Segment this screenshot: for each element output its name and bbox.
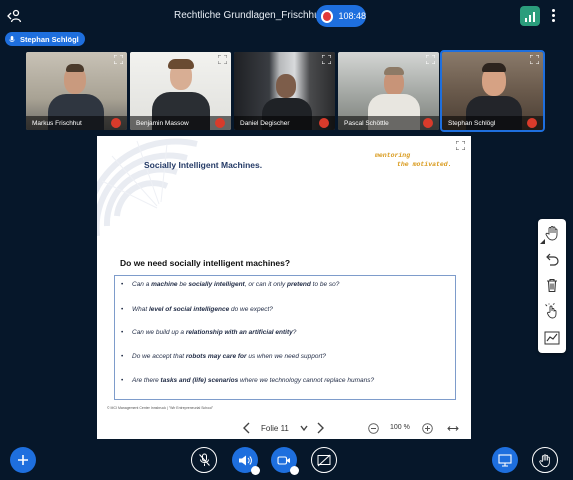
record-dot-icon <box>321 9 334 23</box>
expand-icon[interactable] <box>530 55 539 64</box>
mic-off-icon <box>198 453 210 466</box>
slide-background-logo <box>97 138 198 236</box>
audio-settings-caret-icon[interactable] <box>251 466 260 475</box>
expand-icon[interactable] <box>322 55 331 64</box>
fit-width-icon[interactable] <box>447 424 459 433</box>
participant-name: Pascal Schöttle <box>344 119 389 127</box>
expand-icon[interactable] <box>218 55 227 64</box>
mic-muted-icon <box>423 118 433 128</box>
trash-icon[interactable] <box>544 277 560 293</box>
mic-muted-icon <box>319 118 329 128</box>
audio-button[interactable] <box>232 447 260 475</box>
speaker-icon <box>239 455 252 465</box>
brand-line: the motivated. <box>397 161 452 168</box>
whiteboard-toolbar <box>538 219 566 353</box>
talker-name: Stephan Schlögl <box>20 34 79 44</box>
chevron-left-icon[interactable] <box>242 422 252 434</box>
participant-name: Benjamin Massow <box>136 119 189 127</box>
participant-name: Daniel Degischer <box>240 119 290 127</box>
bullet-item: Can a machine be socially intelligent, o… <box>121 281 339 288</box>
signal-bar-icon <box>525 18 527 22</box>
slide-question: Do we need socially intelligent machines… <box>120 258 291 268</box>
corner-indicator-icon <box>540 239 545 244</box>
camera-icon <box>277 455 290 465</box>
bullet-item: What level of social intelligence do we … <box>121 306 273 313</box>
bottom-bar <box>0 440 573 480</box>
slide-title: Socially Intelligent Machines. <box>144 160 263 170</box>
actions-button[interactable] <box>10 447 36 473</box>
bullet-item: Do we accept that robots may care for us… <box>121 353 326 360</box>
presentation-icon <box>498 453 512 467</box>
camera-button[interactable] <box>271 447 299 475</box>
multi-user-pointer-icon[interactable] <box>544 303 560 319</box>
leave-user-icon[interactable] <box>6 8 22 24</box>
video-tile[interactable]: Pascal Schöttle <box>338 52 439 130</box>
signal-bar-icon <box>533 12 535 22</box>
video-tile[interactable]: Benjamin Massow <box>130 52 231 130</box>
room-title: Rechtliche Grundlagen_Frischhut <box>174 10 323 21</box>
expand-icon[interactable] <box>114 55 123 64</box>
current-talker-badge: Stephan Schlögl <box>5 32 85 46</box>
undo-icon[interactable] <box>544 251 560 267</box>
mic-icon <box>9 35 15 42</box>
brand-slogan: mentoring the motivated. <box>375 151 452 169</box>
top-bar: Rechtliche Grundlagen_Frischhut 108:48 <box>0 0 573 32</box>
slide-footer: © MCI Management Center Innsbruck | "Wir… <box>107 406 214 410</box>
video-tile-active-speaker[interactable]: Stephan Schlögl <box>440 50 545 132</box>
camera-settings-caret-icon[interactable] <box>290 466 299 475</box>
video-tile[interactable]: Daniel Degischer <box>234 52 335 130</box>
participant-name: Stephan Schlögl <box>448 119 496 127</box>
zoom-level: 100 % <box>390 424 410 431</box>
slide-controls: Folie 11 100 % <box>97 419 471 439</box>
expand-icon[interactable] <box>426 55 435 64</box>
bullet-item: Can we build up a relationship with an a… <box>121 329 296 336</box>
mic-muted-icon <box>527 118 537 128</box>
fullscreen-icon[interactable] <box>456 141 465 150</box>
chevron-right-icon[interactable] <box>315 422 325 434</box>
unmute-button[interactable] <box>191 447 217 473</box>
zoom-out-icon[interactable] <box>368 423 379 434</box>
chevron-down-icon[interactable] <box>299 423 309 433</box>
presentation-button[interactable] <box>492 447 518 473</box>
raise-hand-icon <box>539 453 550 467</box>
screenshare-button[interactable] <box>311 447 337 473</box>
mic-muted-icon <box>215 118 225 128</box>
signal-bar-icon <box>529 15 531 22</box>
zoom-in-icon[interactable] <box>422 423 433 434</box>
video-tile[interactable]: Markus Frischhut <box>26 52 127 130</box>
slide-selector[interactable]: Folie 11 <box>261 424 289 433</box>
bullet-item: Are there tasks and (life) scenarios whe… <box>121 377 374 384</box>
connection-status-button[interactable] <box>520 6 540 26</box>
chart-line-icon[interactable] <box>544 330 560 346</box>
screenshare-off-icon <box>317 454 331 466</box>
mic-muted-icon <box>111 118 121 128</box>
plus-icon <box>18 455 28 465</box>
hand-icon[interactable] <box>544 225 560 241</box>
recording-button[interactable]: 108:48 <box>316 5 366 27</box>
raise-hand-button[interactable] <box>532 447 558 473</box>
video-strip: Markus Frischhut Benjamin Massow Daniel … <box>26 50 546 132</box>
participant-name: Markus Frischhut <box>32 119 82 127</box>
more-options-icon[interactable] <box>552 9 556 23</box>
brand-line: mentoring <box>375 152 411 159</box>
recording-time: 108:48 <box>338 11 366 21</box>
